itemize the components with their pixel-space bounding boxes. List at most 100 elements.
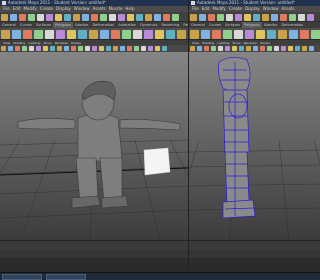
- viewport-icon[interactable]: [155, 46, 160, 51]
- shelf-icon[interactable]: [56, 29, 65, 39]
- shelf-icon[interactable]: [111, 29, 120, 39]
- shelf-icon[interactable]: [267, 29, 276, 39]
- status-icon[interactable]: [280, 13, 287, 21]
- status-icon[interactable]: [190, 13, 197, 21]
- status-icon[interactable]: [28, 13, 35, 21]
- viewport-icon[interactable]: [274, 46, 279, 51]
- status-icon[interactable]: [82, 13, 89, 21]
- viewport-icon[interactable]: [1, 46, 6, 51]
- viewport-icon[interactable]: [78, 46, 83, 51]
- shelf-icon[interactable]: [177, 29, 186, 39]
- viewport-icon[interactable]: [99, 46, 104, 51]
- command-line[interactable]: [0, 258, 188, 266]
- status-icon[interactable]: [55, 13, 62, 21]
- status-icon[interactable]: [208, 13, 215, 21]
- status-icon[interactable]: [64, 13, 71, 21]
- status-icon[interactable]: [235, 13, 242, 21]
- viewport-icon[interactable]: [57, 46, 62, 51]
- shelf-icon[interactable]: [289, 29, 298, 39]
- status-icon[interactable]: [199, 13, 206, 21]
- viewport-icon[interactable]: [113, 46, 118, 51]
- status-icon[interactable]: [253, 13, 260, 21]
- taskbar-button[interactable]: [46, 274, 86, 280]
- shelf-icon[interactable]: [201, 29, 210, 39]
- shelf-icon[interactable]: [234, 29, 243, 39]
- time-slider[interactable]: [0, 240, 188, 250]
- status-icon[interactable]: [217, 13, 224, 21]
- viewport-icon[interactable]: [141, 46, 146, 51]
- viewport-icon[interactable]: [295, 46, 300, 51]
- shelf-icon[interactable]: [223, 29, 232, 39]
- status-icon[interactable]: [271, 13, 278, 21]
- viewport-icon[interactable]: [15, 46, 20, 51]
- viewport-icon[interactable]: [218, 46, 223, 51]
- shelf-icon[interactable]: [256, 29, 265, 39]
- shelf-icon[interactable]: [89, 29, 98, 39]
- status-icon[interactable]: [226, 13, 233, 21]
- viewport-icon[interactable]: [260, 46, 265, 51]
- viewport-icon[interactable]: [288, 46, 293, 51]
- viewport-icon[interactable]: [50, 46, 55, 51]
- viewport-icon[interactable]: [309, 46, 314, 51]
- status-icon[interactable]: [307, 13, 314, 21]
- shelf-icon[interactable]: [34, 29, 43, 39]
- viewport-icon[interactable]: [106, 46, 111, 51]
- viewport-icon[interactable]: [302, 46, 307, 51]
- viewport-icon[interactable]: [253, 46, 258, 51]
- shelf-icon[interactable]: [45, 29, 54, 39]
- viewport-icon[interactable]: [190, 46, 195, 51]
- viewport-icon[interactable]: [29, 46, 34, 51]
- status-icon[interactable]: [109, 13, 116, 21]
- status-icon[interactable]: [163, 13, 170, 21]
- range-slider[interactable]: [189, 250, 320, 258]
- shelf-icon[interactable]: [300, 29, 309, 39]
- viewport-icon[interactable]: [148, 46, 153, 51]
- status-icon[interactable]: [298, 13, 305, 21]
- taskbar-button[interactable]: [2, 274, 42, 280]
- viewport-icon[interactable]: [22, 46, 27, 51]
- viewport-icon[interactable]: [127, 46, 132, 51]
- shelf-icon[interactable]: [190, 29, 199, 39]
- viewport-icon[interactable]: [36, 46, 41, 51]
- shelf-icon[interactable]: [278, 29, 287, 39]
- command-line[interactable]: [189, 258, 320, 266]
- shelf-icon[interactable]: [245, 29, 254, 39]
- status-icon[interactable]: [73, 13, 80, 21]
- shelf-icon[interactable]: [166, 29, 175, 39]
- viewport-icon[interactable]: [64, 46, 69, 51]
- time-slider[interactable]: [189, 240, 320, 250]
- viewport-icon[interactable]: [162, 46, 167, 51]
- status-icon[interactable]: [19, 13, 26, 21]
- shelf-icon[interactable]: [1, 29, 10, 39]
- status-icon[interactable]: [172, 13, 179, 21]
- shelf-icon[interactable]: [12, 29, 21, 39]
- viewport-icon[interactable]: [134, 46, 139, 51]
- status-icon[interactable]: [1, 13, 8, 21]
- status-icon[interactable]: [127, 13, 134, 21]
- viewport-icon[interactable]: [246, 46, 251, 51]
- status-icon[interactable]: [118, 13, 125, 21]
- viewport-icon[interactable]: [92, 46, 97, 51]
- shelf-icon[interactable]: [100, 29, 109, 39]
- viewport-icon[interactable]: [204, 46, 209, 51]
- shelf-icon[interactable]: [78, 29, 87, 39]
- shelf-icon[interactable]: [311, 29, 320, 39]
- status-icon[interactable]: [289, 13, 296, 21]
- shelf-icon[interactable]: [212, 29, 221, 39]
- status-icon[interactable]: [244, 13, 251, 21]
- viewport-icon[interactable]: [120, 46, 125, 51]
- viewport-icon[interactable]: [232, 46, 237, 51]
- viewport-icon[interactable]: [281, 46, 286, 51]
- shelf-icon[interactable]: [122, 29, 131, 39]
- viewport-icon[interactable]: [8, 46, 13, 51]
- range-slider[interactable]: [0, 250, 188, 258]
- status-icon[interactable]: [91, 13, 98, 21]
- status-icon[interactable]: [136, 13, 143, 21]
- viewport-icon[interactable]: [225, 46, 230, 51]
- viewport-icon[interactable]: [239, 46, 244, 51]
- status-icon[interactable]: [145, 13, 152, 21]
- status-icon[interactable]: [100, 13, 107, 21]
- viewport-icon[interactable]: [43, 46, 48, 51]
- status-icon[interactable]: [262, 13, 269, 21]
- viewport-icon[interactable]: [267, 46, 272, 51]
